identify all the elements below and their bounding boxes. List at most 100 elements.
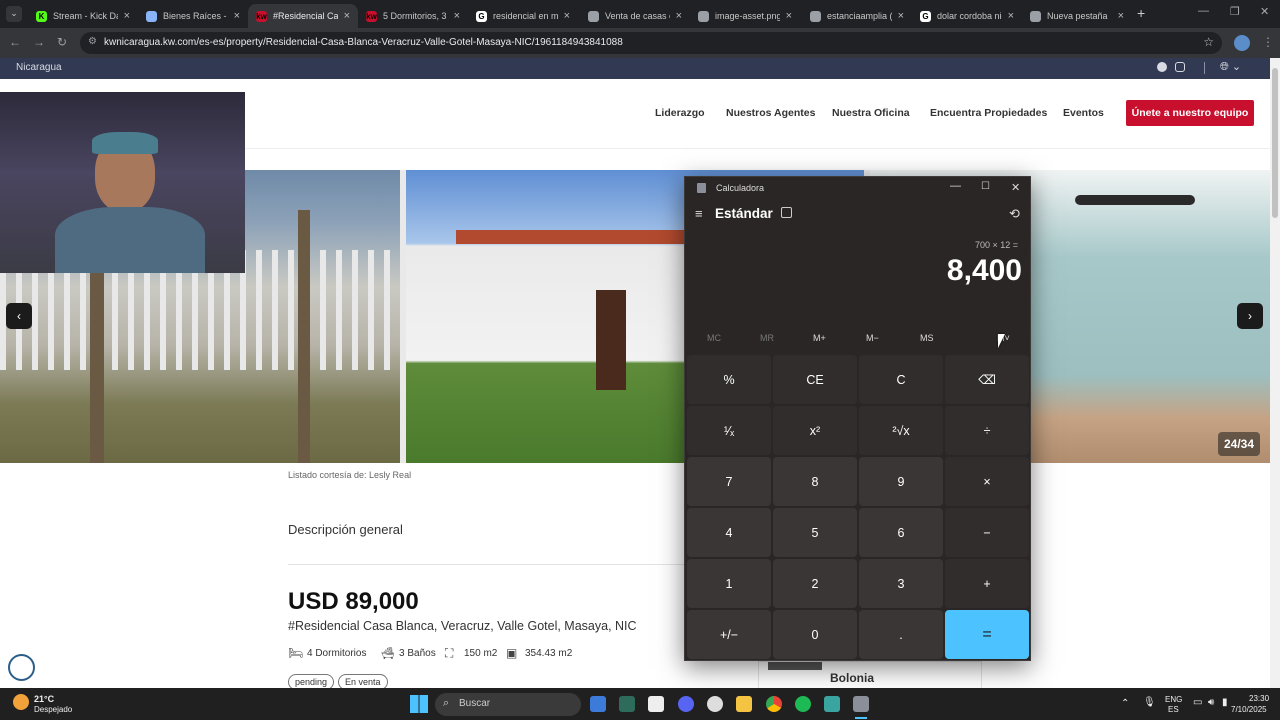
gallery-prev-button[interactable]: ‹: [6, 303, 32, 329]
network-icon[interactable]: ▭: [1193, 697, 1202, 708]
multiply-key[interactable]: ×: [945, 457, 1029, 506]
taskbar-file-explorer-icon[interactable]: [736, 696, 752, 712]
tab-close-icon[interactable]: ×: [234, 10, 240, 22]
history-icon[interactable]: ⟲: [1009, 206, 1020, 222]
facebook-icon[interactable]: [1157, 62, 1167, 72]
memory-button[interactable]: MC: [707, 333, 721, 343]
tab-close-icon[interactable]: ×: [676, 10, 682, 22]
tab-close-icon[interactable]: ×: [564, 10, 570, 22]
browser-tab[interactable]: kw 5 Dormitorios, 3 B ×: [358, 4, 468, 28]
nav-liderazgo[interactable]: Liderazgo: [655, 107, 705, 119]
decimal-key[interactable]: .: [859, 610, 943, 659]
keep-on-top-icon[interactable]: [781, 207, 792, 218]
digit-7-key[interactable]: 7: [687, 457, 771, 506]
taskbar-app-capcut-icon[interactable]: [648, 696, 664, 712]
reciprocal-key[interactable]: ¹⁄ₓ: [687, 406, 771, 455]
memory-button[interactable]: M+: [813, 333, 826, 343]
close-window-icon[interactable]: ✕: [1260, 5, 1269, 18]
taskbar-app-icon[interactable]: [824, 696, 840, 712]
memory-button[interactable]: MR: [760, 333, 774, 343]
scrollbar-thumb[interactable]: [1272, 68, 1278, 218]
clear-entry-key[interactable]: CE: [773, 355, 857, 404]
digit-8-key[interactable]: 8: [773, 457, 857, 506]
digit-2-key[interactable]: 2: [773, 559, 857, 608]
digit-4-key[interactable]: 4: [687, 508, 771, 557]
start-windows-icon[interactable]: [410, 695, 428, 713]
profile-avatar[interactable]: [1234, 35, 1250, 51]
add-key[interactable]: +: [945, 559, 1029, 608]
microphone-icon[interactable]: 🎙︎: [1143, 697, 1156, 708]
tab-close-icon[interactable]: ×: [898, 10, 904, 22]
gallery-next-button[interactable]: ›: [1237, 303, 1263, 329]
tab-close-icon[interactable]: ×: [124, 10, 130, 22]
language-indicator[interactable]: ENG: [1165, 695, 1182, 704]
page-scrollbar[interactable]: [1270, 58, 1280, 688]
calc-maximize-icon[interactable]: ☐: [981, 181, 990, 192]
taskbar-calculator-icon[interactable]: [853, 696, 869, 712]
browser-tab[interactable]: Nueva pestaña ×: [1022, 4, 1132, 28]
browser-tab[interactable]: Venta de casas en ×: [580, 4, 690, 28]
subtract-key[interactable]: −: [945, 508, 1029, 557]
back-icon[interactable]: ←: [9, 35, 21, 49]
nav-eventos[interactable]: Eventos: [1063, 107, 1104, 119]
minimize-icon[interactable]: —: [1198, 5, 1209, 17]
browser-tab[interactable]: Gdolar cordoba nic ×: [912, 4, 1022, 28]
browser-tab[interactable]: Gresidencial en mo ×: [468, 4, 578, 28]
address-bar[interactable]: ⚙ kwnicaragua.kw.com/es-es/property/Resi…: [80, 32, 1222, 54]
digit-3-key[interactable]: 3: [859, 559, 943, 608]
clear-key[interactable]: C: [859, 355, 943, 404]
browser-tab[interactable]: kw #Residencial Casa ×: [248, 4, 358, 28]
negate-key[interactable]: +/−: [687, 610, 771, 659]
tab-close-icon[interactable]: ×: [454, 10, 460, 22]
new-tab-button[interactable]: +: [1137, 5, 1145, 21]
tab-close-icon[interactable]: ×: [786, 10, 792, 22]
forward-icon[interactable]: →: [33, 35, 45, 49]
nav-propiedades[interactable]: Encuentra Propiedades: [930, 107, 1047, 119]
calc-minimize-icon[interactable]: —: [950, 180, 961, 192]
square-key[interactable]: x²: [773, 406, 857, 455]
taskbar-app-github-icon[interactable]: [707, 696, 723, 712]
join-team-button[interactable]: Únete a nuestro equipo: [1126, 100, 1254, 126]
bookmark-star-icon[interactable]: ☆: [1203, 35, 1214, 49]
tab-close-icon[interactable]: ×: [1008, 10, 1014, 22]
calc-close-icon[interactable]: ✕: [1011, 181, 1020, 194]
taskbar-app-discord-icon[interactable]: [678, 696, 694, 712]
battery-icon[interactable]: ▮: [1222, 697, 1228, 708]
digit-1-key[interactable]: 1: [687, 559, 771, 608]
browser-tab[interactable]: K Stream - Kick Das ×: [28, 4, 138, 28]
backspace-key[interactable]: ⌫: [945, 355, 1029, 404]
square-root-key[interactable]: ²√x: [859, 406, 943, 455]
browser-tab[interactable]: Bienes Raíces - In ×: [138, 4, 248, 28]
maximize-icon[interactable]: ❐: [1230, 5, 1240, 18]
tab-close-icon[interactable]: ×: [344, 10, 350, 22]
memory-button[interactable]: M−: [866, 333, 879, 343]
divide-key[interactable]: ÷: [945, 406, 1029, 455]
tab-search-button[interactable]: ⌄: [6, 6, 22, 22]
cookie-settings-icon[interactable]: [8, 654, 35, 681]
clock-time[interactable]: 23:30: [1249, 694, 1269, 703]
taskbar-app-store-icon[interactable]: [590, 696, 606, 712]
browser-menu-icon[interactable]: ⋮: [1262, 35, 1274, 49]
browser-tab[interactable]: image-asset.png ×: [690, 4, 800, 28]
browser-tab[interactable]: estanciaamplia (7 ×: [802, 4, 912, 28]
percent-key[interactable]: %: [687, 355, 771, 404]
taskbar-chrome-icon[interactable]: [766, 696, 782, 712]
reload-icon[interactable]: ↻: [57, 35, 67, 49]
tab-close-icon[interactable]: ×: [1118, 10, 1124, 22]
nav-oficina[interactable]: Nuestra Oficina: [832, 107, 910, 119]
weather-icon[interactable]: [13, 694, 29, 710]
digit-5-key[interactable]: 5: [773, 508, 857, 557]
equals-key[interactable]: =: [945, 610, 1029, 659]
nav-agentes[interactable]: Nuestros Agentes: [726, 107, 815, 119]
clock-date[interactable]: 7/10/2025: [1231, 705, 1267, 714]
hamburger-menu-icon[interactable]: ≡: [695, 206, 703, 221]
instagram-icon[interactable]: [1175, 62, 1185, 72]
taskbar-spotify-icon[interactable]: [795, 696, 811, 712]
tray-chevron-icon[interactable]: ⌃: [1121, 698, 1129, 709]
volume-icon[interactable]: 🔊︎: [1208, 697, 1214, 708]
site-info-icon[interactable]: ⚙: [88, 36, 97, 47]
digit-6-key[interactable]: 6: [859, 508, 943, 557]
memory-button[interactable]: MS: [920, 333, 934, 343]
digit-0-key[interactable]: 0: [773, 610, 857, 659]
digit-9-key[interactable]: 9: [859, 457, 943, 506]
